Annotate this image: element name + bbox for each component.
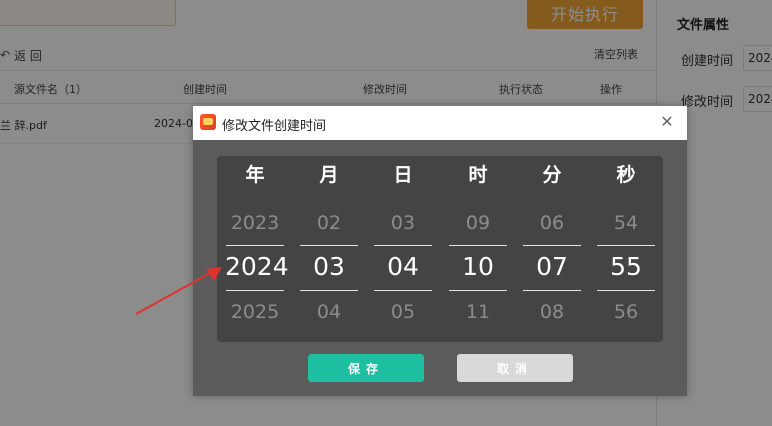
hour-wheel[interactable]: 时 09 10 11 — [448, 156, 508, 342]
divider — [300, 245, 358, 246]
dialog-title: 修改文件创建时间 — [222, 119, 327, 134]
divider — [226, 290, 284, 291]
second-header: 秒 — [616, 164, 636, 186]
minute-prev[interactable]: 06 — [522, 212, 582, 234]
day-wheel[interactable]: 日 03 04 05 — [373, 156, 433, 342]
minute-current[interactable]: 07 — [522, 252, 582, 281]
divider — [449, 245, 507, 246]
day-current[interactable]: 04 — [373, 252, 433, 281]
month-prev[interactable]: 02 — [299, 212, 359, 234]
hour-prev[interactable]: 09 — [448, 212, 508, 234]
datetime-picker: 年 2023 2024 2025 月 02 03 04 日 03 04 05 时… — [217, 156, 663, 342]
divider — [597, 290, 655, 291]
divider — [523, 290, 581, 291]
year-prev[interactable]: 2023 — [225, 212, 285, 234]
divider — [374, 245, 432, 246]
day-header: 日 — [393, 164, 413, 186]
divider — [597, 245, 655, 246]
month-current[interactable]: 03 — [299, 252, 359, 281]
hour-next[interactable]: 11 — [448, 301, 508, 323]
month-header: 月 — [319, 164, 339, 186]
divider — [300, 290, 358, 291]
close-icon[interactable]: ✕ — [657, 112, 677, 132]
hour-current[interactable]: 10 — [448, 252, 508, 281]
year-wheel[interactable]: 年 2023 2024 2025 — [225, 156, 289, 342]
month-next[interactable]: 04 — [299, 301, 359, 323]
hour-header: 时 — [468, 164, 488, 186]
second-wheel[interactable]: 秒 54 55 56 — [596, 156, 656, 342]
save-button[interactable]: 保存 — [308, 354, 424, 382]
year-current[interactable]: 2024 — [225, 252, 289, 281]
second-current[interactable]: 55 — [596, 252, 656, 281]
cancel-button[interactable]: 取消 — [457, 354, 573, 382]
dialog-titlebar: 修改文件创建时间 ✕ — [193, 106, 687, 140]
divider — [226, 245, 284, 246]
month-wheel[interactable]: 月 02 03 04 — [299, 156, 359, 342]
annotation-arrow-icon — [135, 267, 222, 315]
second-prev[interactable]: 54 — [596, 212, 656, 234]
divider — [374, 290, 432, 291]
day-next[interactable]: 05 — [373, 301, 433, 323]
minute-next[interactable]: 08 — [522, 301, 582, 323]
divider — [523, 245, 581, 246]
modify-created-time-dialog: 修改文件创建时间 ✕ 年 2023 2024 2025 月 02 03 04 日… — [193, 106, 687, 396]
second-next[interactable]: 56 — [596, 301, 656, 323]
minute-header: 分 — [542, 164, 562, 186]
day-prev[interactable]: 03 — [373, 212, 433, 234]
minute-wheel[interactable]: 分 06 07 08 — [522, 156, 582, 342]
app-logo-icon — [200, 114, 216, 130]
divider — [449, 290, 507, 291]
year-header: 年 — [245, 164, 265, 186]
year-next[interactable]: 2025 — [225, 301, 285, 323]
